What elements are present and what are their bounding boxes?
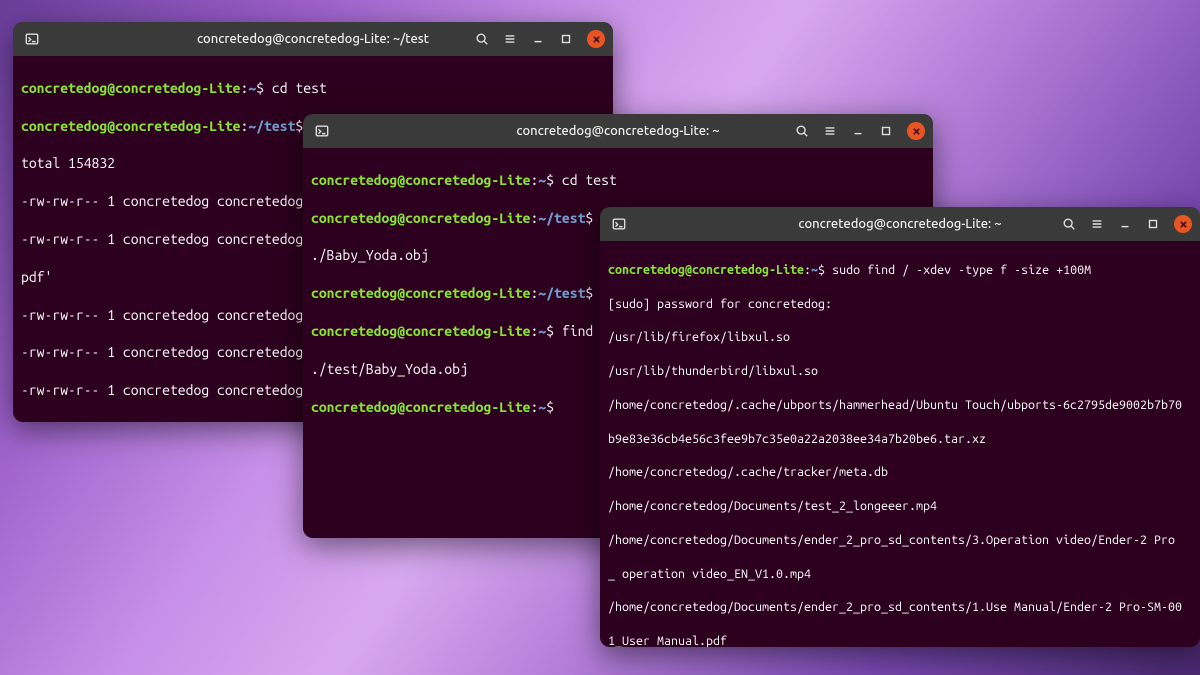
minimize-button[interactable] xyxy=(525,26,551,52)
terminal-body[interactable]: concretedog@concretedog-Lite:~$ sudo fin… xyxy=(600,241,1200,647)
maximize-button[interactable] xyxy=(553,26,579,52)
output-line: /home/concretedog/Documents/ender_2_pro_… xyxy=(608,599,1192,616)
output-line: b9e83e36cb4e56c3fee9b7c35e0a22a2038ee34a… xyxy=(608,431,1192,448)
output-line: _ operation video_EN_V1.0.mp4 xyxy=(608,566,1192,583)
titlebar[interactable]: concretedog@concretedog-Lite: ~/test xyxy=(13,22,613,56)
close-button[interactable] xyxy=(907,122,925,140)
terminal-icon xyxy=(21,28,43,50)
titlebar-controls xyxy=(789,118,925,144)
output-line: 1_User Manual.pdf xyxy=(608,633,1192,647)
minimize-button[interactable] xyxy=(845,118,871,144)
search-button[interactable] xyxy=(789,118,815,144)
close-button[interactable] xyxy=(587,30,605,48)
menu-button[interactable] xyxy=(497,26,523,52)
terminal-window-3[interactable]: concretedog@concretedog-Lite: ~ concrete… xyxy=(600,207,1200,647)
menu-button[interactable] xyxy=(1084,211,1110,237)
output-line: /usr/lib/firefox/libxul.so xyxy=(608,329,1192,346)
window-title: concretedog@concretedog-Lite: ~/test xyxy=(197,32,429,46)
output-line: /home/concretedog/.cache/tracker/meta.db xyxy=(608,464,1192,481)
terminal-icon xyxy=(311,120,333,142)
output-line: /home/concretedog/.cache/ubports/hammerh… xyxy=(608,397,1192,414)
maximize-button[interactable] xyxy=(873,118,899,144)
close-button[interactable] xyxy=(1174,215,1192,233)
prompt-user: concretedog@concretedog-Lite xyxy=(21,80,241,96)
titlebar-controls xyxy=(1056,211,1192,237)
maximize-button[interactable] xyxy=(1140,211,1166,237)
terminal-icon xyxy=(608,213,630,235)
window-title: concretedog@concretedog-Lite: ~ xyxy=(798,217,1001,231)
output-line: [sudo] password for concretedog: xyxy=(608,296,1192,313)
menu-button[interactable] xyxy=(817,118,843,144)
titlebar[interactable]: concretedog@concretedog-Lite: ~ xyxy=(600,207,1200,241)
titlebar[interactable]: concretedog@concretedog-Lite: ~ xyxy=(303,114,933,148)
titlebar-controls xyxy=(469,26,605,52)
output-line: /usr/lib/thunderbird/libxul.so xyxy=(608,363,1192,380)
output-line: /home/concretedog/Documents/test_2_longe… xyxy=(608,498,1192,515)
minimize-button[interactable] xyxy=(1112,211,1138,237)
command-text: cd test xyxy=(272,80,327,96)
output-line: /home/concretedog/Documents/ender_2_pro_… xyxy=(608,532,1192,549)
search-button[interactable] xyxy=(469,26,495,52)
search-button[interactable] xyxy=(1056,211,1082,237)
window-title: concretedog@concretedog-Lite: ~ xyxy=(516,124,719,138)
